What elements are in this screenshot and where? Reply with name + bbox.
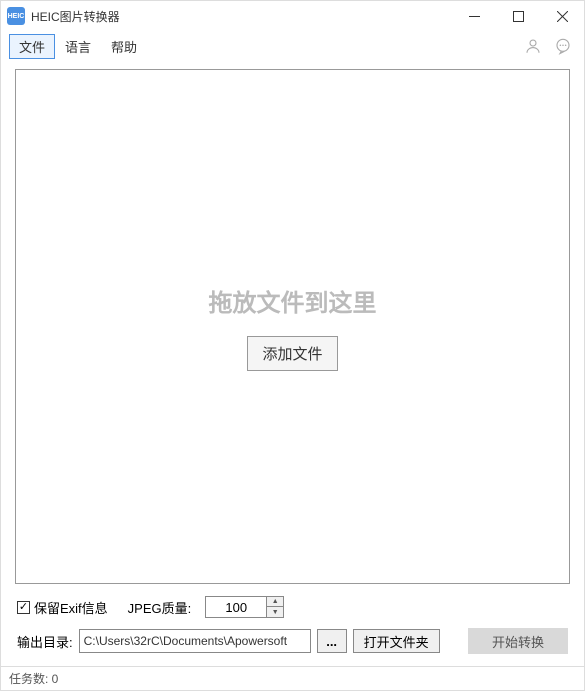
output-row: 输出目录: ... 打开文件夹 开始转换	[1, 624, 584, 666]
maximize-button[interactable]	[496, 1, 540, 31]
keep-exif-label: 保留Exif信息	[34, 598, 108, 617]
add-file-button[interactable]: 添加文件	[247, 336, 337, 371]
chevron-up-icon: ▲	[272, 598, 279, 605]
quality-down-button[interactable]: ▼	[267, 607, 283, 617]
jpeg-quality-label: JPEG质量:	[128, 598, 192, 617]
window-title: HEIC图片转换器	[31, 8, 120, 25]
dropzone[interactable]: 拖放文件到这里 添加文件	[15, 69, 570, 584]
menubar: 文件 语言 帮助	[1, 31, 584, 61]
output-dir-label: 输出目录:	[17, 632, 73, 651]
task-count: 任务数: 0	[9, 670, 58, 687]
start-convert-button[interactable]: 开始转换	[468, 628, 568, 654]
quality-up-button[interactable]: ▲	[267, 597, 283, 607]
keep-exif-checkbox-wrap[interactable]: ✓ 保留Exif信息	[17, 598, 108, 617]
jpeg-quality-input[interactable]	[206, 597, 266, 617]
close-icon	[557, 11, 568, 22]
app-icon: HEIC	[7, 7, 25, 25]
close-button[interactable]	[540, 1, 584, 31]
chevron-down-icon: ▼	[272, 609, 279, 616]
feedback-button[interactable]	[550, 33, 576, 59]
settings-row: ✓ 保留Exif信息 JPEG质量: ▲ ▼	[1, 590, 584, 624]
menu-language[interactable]: 语言	[55, 34, 101, 59]
keep-exif-checkbox[interactable]: ✓	[17, 601, 30, 614]
menu-file[interactable]: 文件	[9, 34, 55, 59]
output-dir-input[interactable]	[79, 629, 311, 653]
dropzone-hint: 拖放文件到这里	[209, 283, 377, 318]
maximize-icon	[513, 11, 524, 22]
user-icon	[524, 37, 542, 55]
minimize-icon	[469, 11, 480, 22]
jpeg-quality-spinner[interactable]: ▲ ▼	[205, 596, 284, 618]
chat-icon	[554, 37, 572, 55]
browse-button[interactable]: ...	[317, 629, 347, 653]
menu-help[interactable]: 帮助	[101, 34, 147, 59]
statusbar: 任务数: 0	[1, 666, 584, 690]
titlebar: HEIC HEIC图片转换器	[1, 1, 584, 31]
minimize-button[interactable]	[452, 1, 496, 31]
open-folder-button[interactable]: 打开文件夹	[353, 629, 440, 653]
user-button[interactable]	[520, 33, 546, 59]
